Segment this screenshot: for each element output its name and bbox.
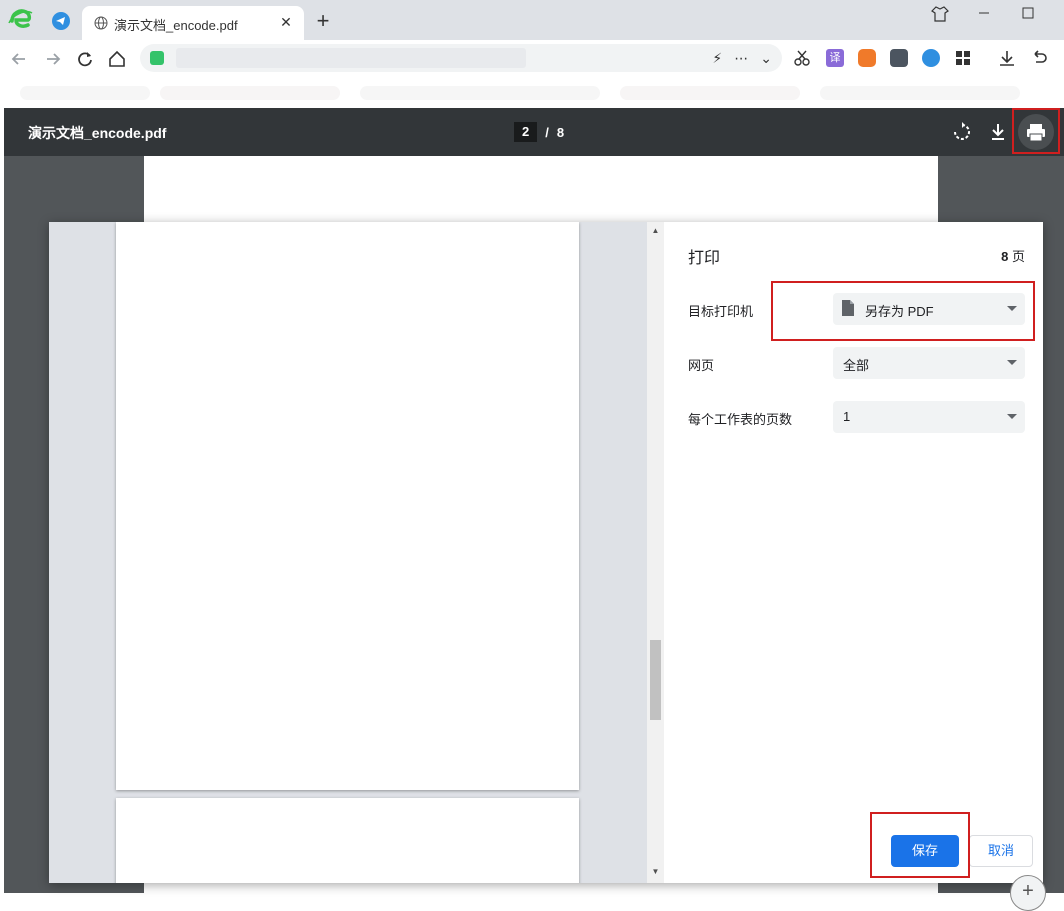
pdf-download-icon[interactable] bbox=[986, 120, 1010, 144]
preview-page bbox=[116, 798, 579, 883]
page-separator: / bbox=[545, 125, 549, 140]
rotate-icon[interactable] bbox=[950, 120, 974, 144]
tab-close-button[interactable]: ✕ bbox=[276, 12, 296, 32]
extension-icon[interactable] bbox=[922, 49, 940, 67]
chevron-down-icon[interactable]: ⌄ bbox=[760, 50, 772, 67]
page-count-unit: 页 bbox=[1012, 249, 1025, 264]
globe-icon bbox=[94, 16, 108, 30]
destination-highlight bbox=[771, 281, 1035, 341]
page-indicator: 2 / 8 bbox=[514, 122, 564, 142]
dropdown-arrow-icon bbox=[1007, 414, 1017, 419]
back-icon[interactable] bbox=[8, 48, 30, 70]
skin-icon[interactable] bbox=[930, 5, 950, 23]
pages-per-sheet-value: 1 bbox=[843, 409, 850, 424]
browser-toolbar: ⚡ ⋯ ⌄ 译 bbox=[0, 40, 1064, 78]
preview-scrollbar[interactable]: ▲ ▼ bbox=[647, 222, 664, 883]
minimize-button[interactable] bbox=[974, 4, 994, 22]
dropdown-arrow-icon bbox=[1007, 360, 1017, 365]
lightning-icon[interactable]: ⚡ bbox=[712, 50, 722, 67]
maximize-button[interactable] bbox=[1018, 4, 1038, 22]
undo-icon[interactable] bbox=[1030, 49, 1048, 67]
scroll-thumb[interactable] bbox=[650, 640, 661, 720]
pages-label: 网页 bbox=[688, 355, 714, 374]
cancel-button[interactable]: 取消 bbox=[969, 835, 1033, 867]
more-icon[interactable]: ⋯ bbox=[734, 50, 748, 67]
blurred-bookmark[interactable] bbox=[20, 86, 150, 100]
telegram-icon[interactable] bbox=[52, 12, 70, 30]
blurred-bookmark[interactable] bbox=[620, 86, 800, 100]
url-text bbox=[176, 48, 526, 68]
current-page-input[interactable]: 2 bbox=[514, 122, 537, 142]
browser-tabstrip: 演示文档_encode.pdf ✕ + bbox=[0, 0, 1064, 40]
home-icon[interactable] bbox=[106, 48, 128, 70]
tab-title: 演示文档_encode.pdf bbox=[114, 15, 238, 34]
game-icon[interactable] bbox=[858, 49, 876, 67]
forward-icon[interactable] bbox=[42, 48, 64, 70]
destination-label: 目标打印机 bbox=[688, 301, 753, 320]
pages-per-sheet-select[interactable]: 1 bbox=[833, 401, 1025, 433]
bookmarks-bar bbox=[0, 78, 1064, 108]
zoom-in-button[interactable]: + bbox=[1010, 875, 1046, 911]
scroll-up-arrow[interactable]: ▲ bbox=[647, 226, 664, 238]
new-tab-button[interactable]: + bbox=[312, 10, 334, 32]
preview-page bbox=[116, 222, 579, 790]
translate-icon[interactable]: 译 bbox=[826, 49, 844, 67]
address-bar[interactable]: ⚡ ⋯ ⌄ bbox=[140, 44, 782, 72]
blurred-bookmark[interactable] bbox=[820, 86, 1020, 100]
print-preview: ▲ ▼ bbox=[49, 222, 664, 883]
reader-icon[interactable] bbox=[890, 49, 908, 67]
page-count-number: 8 bbox=[1001, 249, 1008, 264]
save-button-highlight bbox=[870, 812, 970, 878]
scroll-down-arrow[interactable]: ▼ bbox=[647, 867, 664, 879]
apps-grid-icon[interactable] bbox=[954, 49, 972, 67]
pages-select[interactable]: 全部 bbox=[833, 347, 1025, 379]
pages-per-sheet-label: 每个工作表的页数 bbox=[688, 409, 792, 428]
print-button-highlight bbox=[1012, 108, 1060, 154]
blurred-bookmark[interactable] bbox=[160, 86, 340, 100]
total-pages: 8 bbox=[557, 125, 564, 140]
pdf-title: 演示文档_encode.pdf bbox=[28, 123, 166, 143]
reload-icon[interactable] bbox=[74, 48, 96, 70]
print-dialog-title: 打印 bbox=[688, 244, 720, 268]
tab-active[interactable]: 演示文档_encode.pdf ✕ bbox=[82, 6, 304, 40]
browser-logo-icon[interactable] bbox=[8, 7, 34, 33]
pdf-toolbar: 演示文档_encode.pdf 2 / 8 bbox=[4, 108, 1064, 156]
blurred-bookmark[interactable] bbox=[360, 86, 600, 100]
pages-value: 全部 bbox=[843, 355, 869, 374]
shield-icon[interactable] bbox=[150, 51, 164, 65]
page-count: 8 页 bbox=[1001, 246, 1025, 265]
scissors-icon[interactable] bbox=[793, 49, 811, 67]
download-icon[interactable] bbox=[998, 49, 1016, 67]
